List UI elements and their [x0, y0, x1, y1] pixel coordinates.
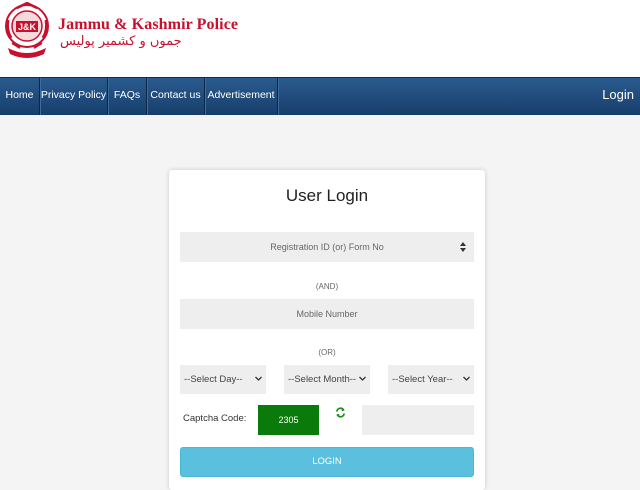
- nav-login[interactable]: Login: [602, 78, 634, 115]
- nav-home[interactable]: Home: [0, 78, 40, 115]
- login-button[interactable]: LOGIN: [180, 447, 474, 477]
- registration-id-select[interactable]: Registration ID (or) Form No: [180, 232, 474, 262]
- select-year-label: --Select Year--: [392, 374, 453, 385]
- nav-privacy-policy[interactable]: Privacy Policy: [40, 78, 108, 115]
- jk-police-emblem-icon[interactable]: J&K: [2, 2, 52, 64]
- mobile-number-input[interactable]: Mobile Number: [180, 299, 474, 329]
- brand-title-english: Jammu & Kashmir Police: [58, 16, 239, 33]
- select-arrows-icon: [460, 242, 466, 252]
- svg-text:J&K: J&K: [18, 22, 37, 32]
- chevron-down-icon: [463, 376, 470, 381]
- select-day[interactable]: --Select Day--: [180, 365, 266, 394]
- captcha-input[interactable]: [362, 405, 474, 435]
- site-header: J&K Jammu & Kashmir Police جموں و کشمیر …: [0, 0, 640, 77]
- nav-contact-us[interactable]: Contact us: [147, 78, 205, 115]
- chevron-down-icon: [255, 376, 262, 381]
- select-month[interactable]: --Select Month--: [284, 365, 370, 394]
- captcha-label: Captcha Code:: [183, 413, 247, 424]
- mobile-number-placeholder: Mobile Number: [296, 309, 358, 319]
- select-month-label: --Select Month--: [288, 374, 357, 385]
- captcha-image: 2305: [258, 405, 319, 435]
- main-navbar: Home Privacy Policy FAQs Contact us Adve…: [0, 77, 640, 115]
- refresh-icon[interactable]: [335, 407, 346, 418]
- nav-faqs[interactable]: FAQs: [108, 78, 147, 115]
- registration-id-select-label: Registration ID (or) Form No: [270, 242, 384, 252]
- nav-advertisement[interactable]: Advertisement: [205, 78, 278, 115]
- or-separator: (OR): [318, 348, 336, 357]
- login-title: User Login: [285, 186, 369, 205]
- login-card: User Login Registration ID (or) Form No …: [169, 170, 485, 490]
- select-year[interactable]: --Select Year--: [388, 365, 474, 394]
- brand-title-urdu: جموں و کشمیر پولیس: [60, 34, 182, 49]
- select-day-label: --Select Day--: [184, 374, 243, 385]
- chevron-down-icon: [359, 376, 366, 381]
- and-separator: (AND): [315, 282, 339, 291]
